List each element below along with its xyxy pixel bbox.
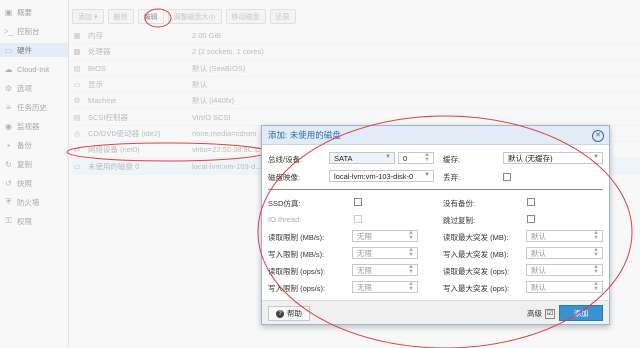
discard-checkbox[interactable] (503, 173, 511, 181)
chevron-down-icon: ▼ (385, 154, 391, 160)
add-confirm-button[interactable]: 添加 (559, 305, 603, 321)
read-limit-mb-value: 无限 (357, 231, 372, 241)
write-burst-ops-value: 默认 (531, 282, 546, 292)
cache-select-value: 默认 (无缓存) (508, 153, 553, 163)
iothread-label: IO thread: (268, 215, 302, 224)
spinner-icon: ▲ ▼ (424, 152, 430, 163)
cache-label: 缓存: (443, 155, 461, 164)
spinner-icon: ▲ ▼ (593, 281, 599, 292)
read-burst-mb-field[interactable]: 默认 ▲ ▼ (526, 230, 603, 242)
write-limit-mb-label: 写入限制 (MB/s): (268, 250, 325, 259)
read-limit-ops-value: 无限 (357, 265, 372, 275)
dialog-header: 添加: 未使用的磁盘 (262, 126, 609, 145)
read-limit-ops-field[interactable]: 无限 ▲ ▼ (352, 264, 418, 276)
dialog-title: 添加: 未使用的磁盘 (268, 130, 341, 140)
spinner-icon: ▲ ▼ (408, 281, 414, 292)
disk-image-select[interactable]: local-lvm:vm-103-disk-0 ▼ (329, 170, 434, 182)
chevron-down-icon: ▼ (593, 154, 599, 160)
question-icon: ? (276, 309, 284, 318)
help-label: 帮助 (287, 309, 302, 318)
write-limit-ops-field[interactable]: 无限 ▲ ▼ (352, 281, 418, 293)
disk-image-value: local-lvm:vm-103-disk-0 (334, 171, 414, 181)
write-limit-ops-value: 无限 (357, 282, 372, 292)
advanced-toggle[interactable]: 高级 ☑ (527, 308, 555, 319)
read-limit-mb-field[interactable]: 无限 ▲ ▼ (352, 230, 418, 242)
write-limit-mb-value: 无限 (357, 248, 372, 258)
read-burst-ops-value: 默认 (531, 265, 546, 275)
read-burst-ops-field[interactable]: 默认 ▲ ▼ (526, 264, 603, 276)
discard-label: 丢弃: (443, 173, 461, 182)
cache-select[interactable]: 默认 (无缓存) ▼ (503, 152, 603, 164)
read-limit-ops-label: 读取限制 (ops/s): (268, 267, 326, 276)
chevron-down-icon: ▼ (424, 172, 430, 178)
add-disk-dialog: 添加: 未使用的磁盘 ✕ 总线/设备: SATA ▼ 0 ▲ ▼ 缓存: 默认 (无缓… (261, 125, 610, 325)
bus-select[interactable]: SATA ▼ (329, 152, 395, 164)
device-index-value: 0 (403, 153, 408, 163)
spinner-icon: ▲ ▼ (593, 230, 599, 241)
help-button[interactable]: ? 帮助 (268, 306, 310, 321)
spinner-icon: ▲ ▼ (593, 264, 599, 275)
disk-image-label: 磁盘映像: (268, 173, 301, 182)
write-limit-mb-field[interactable]: 无限 ▲ ▼ (352, 247, 418, 259)
read-burst-mb-value: 默认 (531, 231, 546, 241)
no-backup-checkbox[interactable] (527, 198, 535, 206)
spinner-icon: ▲ ▼ (408, 247, 414, 258)
ssd-checkbox[interactable] (354, 198, 362, 206)
advanced-label: 高级 (527, 309, 542, 318)
no-backup-label: 没有备份: (443, 199, 476, 208)
read-limit-mb-label: 读取限制 (MB/s): (268, 233, 325, 242)
write-limit-ops-label: 写入限制 (ops/s): (268, 284, 326, 293)
write-burst-ops-label: 写入最大突发 (ops): (443, 284, 510, 293)
close-icon[interactable]: ✕ (592, 130, 604, 142)
spinner-icon: ▲ ▼ (593, 247, 599, 258)
skip-replication-checkbox[interactable] (527, 215, 535, 223)
write-burst-mb-field[interactable]: 默认 ▲ ▼ (526, 247, 603, 259)
device-index-field[interactable]: 0 ▲ ▼ (398, 152, 434, 164)
write-burst-mb-label: 写入最大突发 (MB): (443, 250, 509, 259)
ssd-label: SSD仿真: (268, 199, 301, 208)
spinner-icon: ▲ ▼ (408, 230, 414, 241)
write-burst-mb-value: 默认 (531, 248, 546, 258)
read-burst-mb-label: 读取最大突发 (MB): (443, 233, 509, 242)
spinner-icon: ▲ ▼ (408, 264, 414, 275)
separator (268, 189, 603, 190)
write-burst-ops-field[interactable]: 默认 ▲ ▼ (526, 281, 603, 293)
bus-device-label: 总线/设备: (268, 155, 303, 164)
advanced-checkbox[interactable]: ☑ (545, 308, 555, 319)
skip-replication-label: 跳过复制: (443, 216, 476, 225)
dialog-footer: ? 帮助 高级 ☑ 添加 (262, 300, 609, 324)
iothread-checkbox[interactable] (354, 215, 362, 223)
bus-select-value: SATA (334, 153, 353, 163)
read-burst-ops-label: 读取最大突发 (ops): (443, 267, 510, 276)
